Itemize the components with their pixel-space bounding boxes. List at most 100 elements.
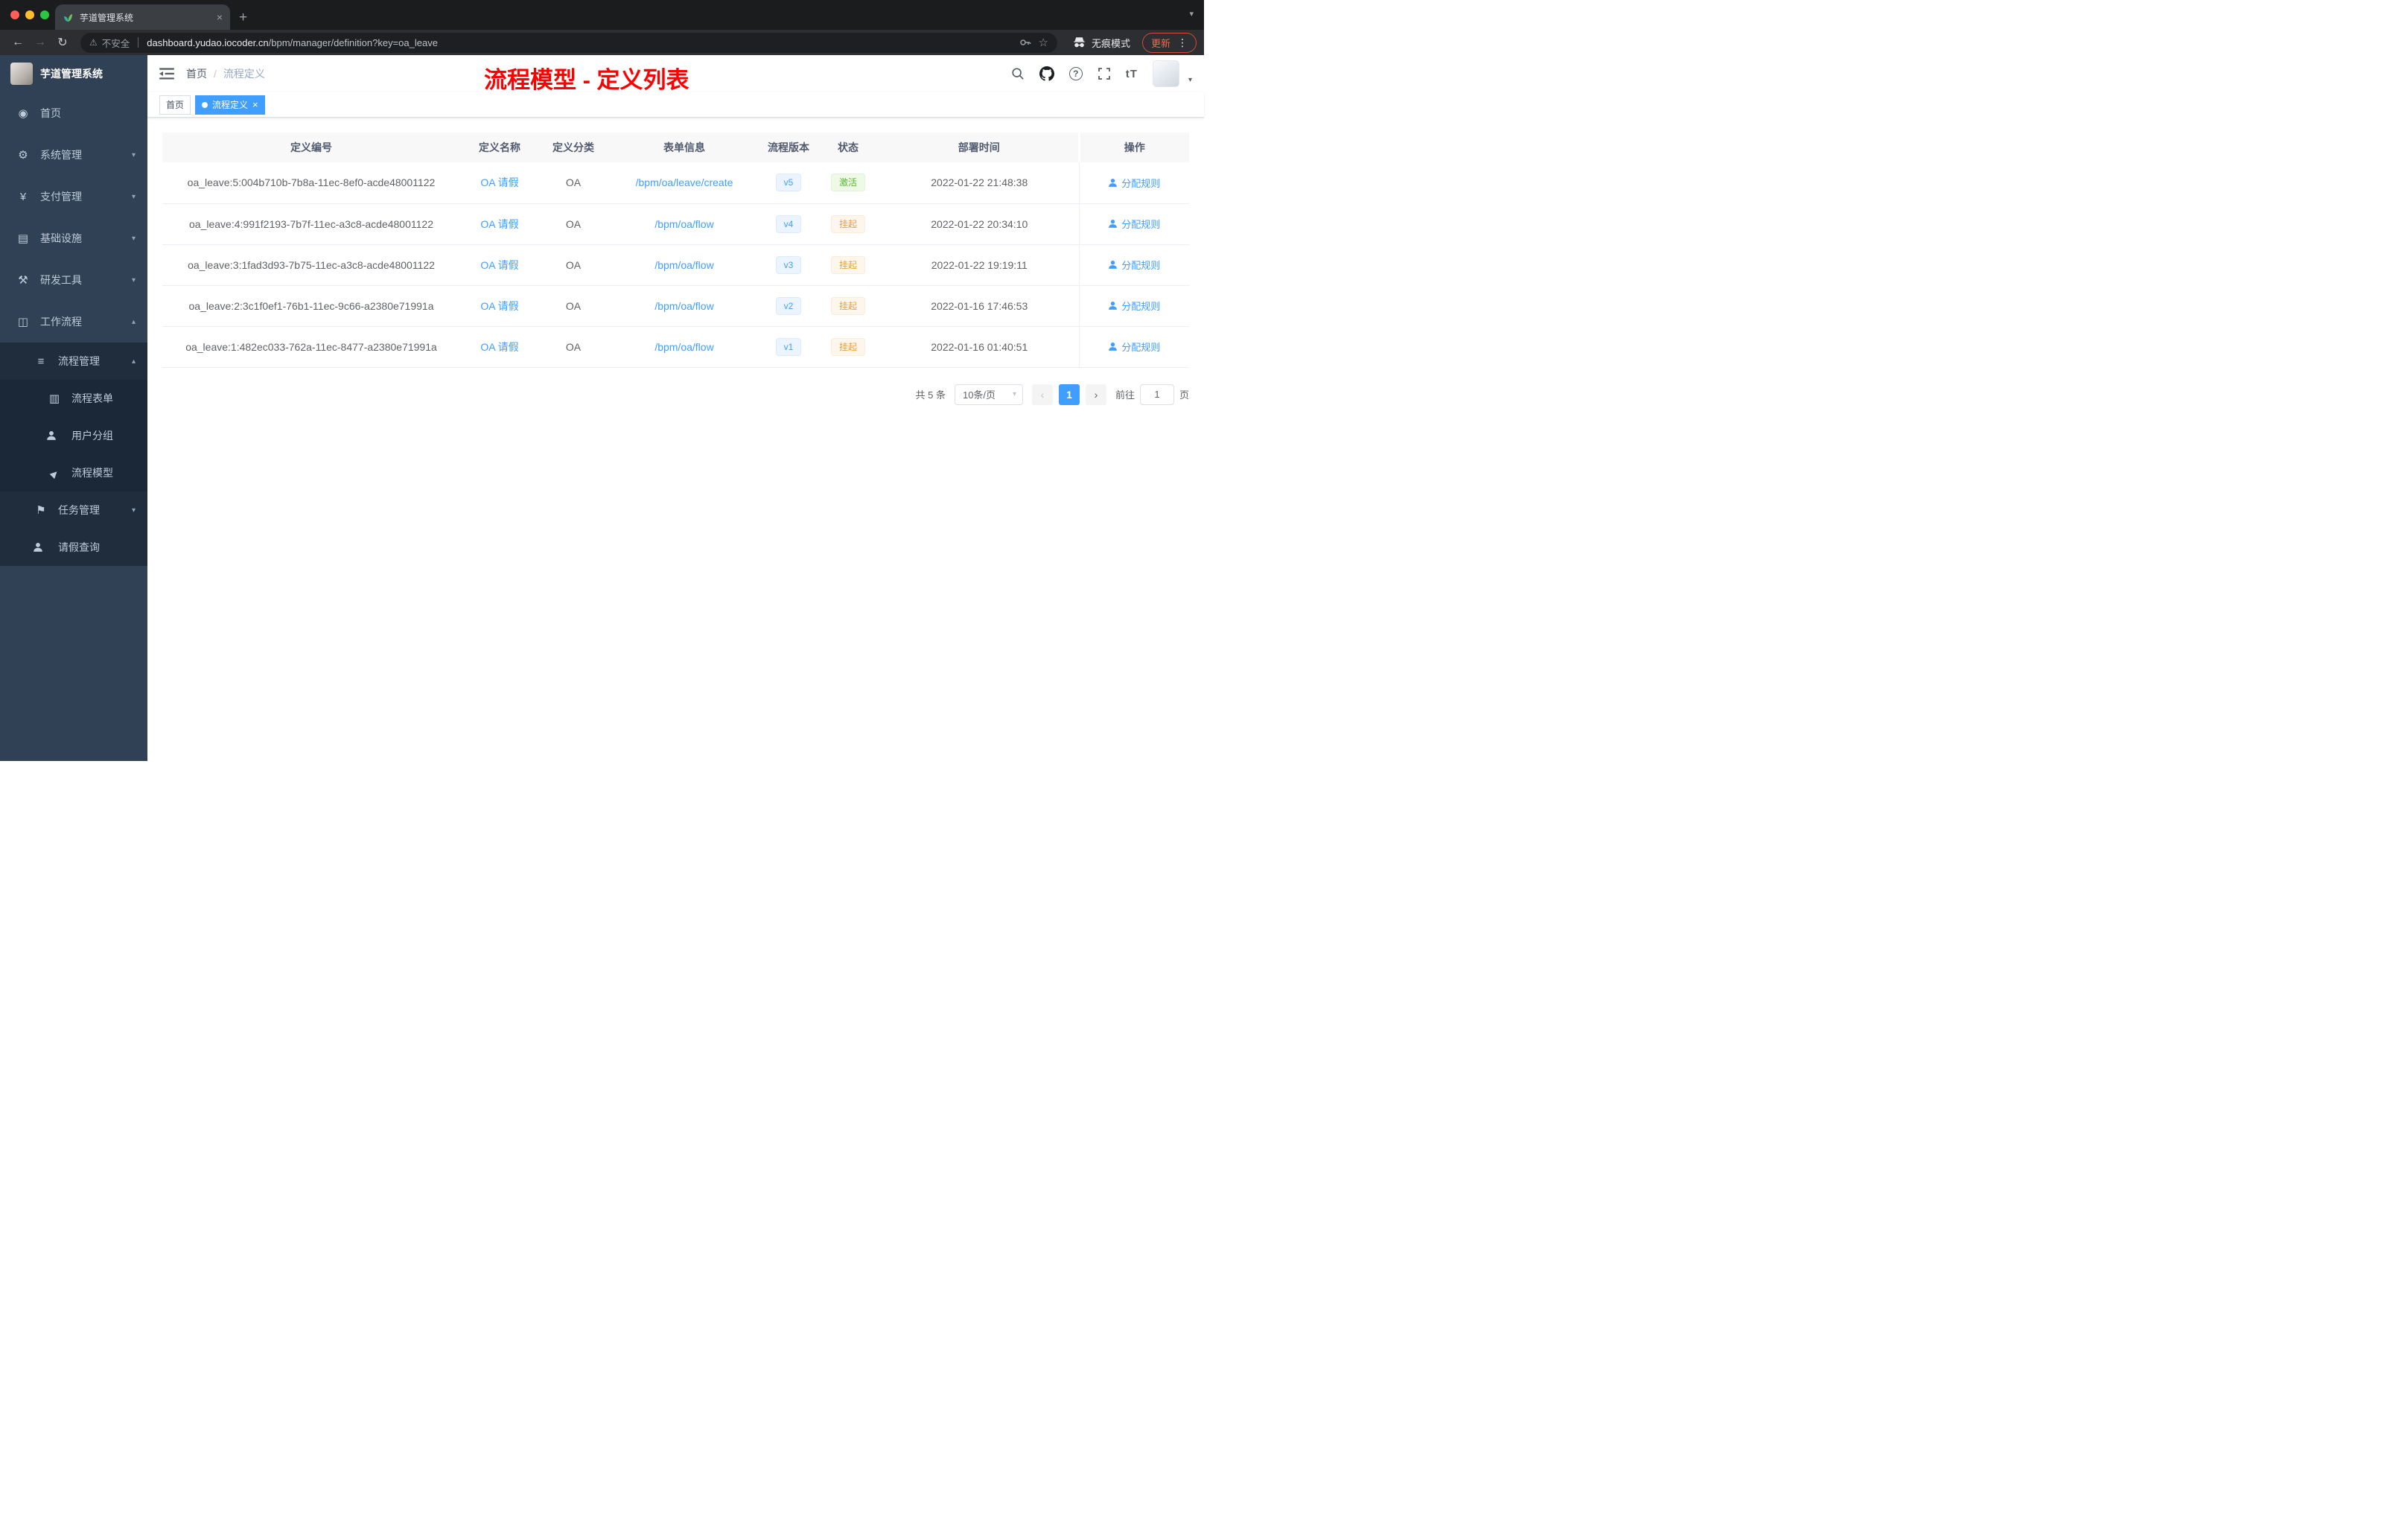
col-process-version: 流程版本 <box>761 133 816 162</box>
table-row: oa_leave:5:004b710b-7b8a-11ec-8ef0-acde4… <box>162 162 1189 204</box>
tab-close-icon[interactable]: × <box>217 12 223 22</box>
prev-page-button[interactable]: ‹ <box>1031 383 1053 405</box>
assign-rule-link[interactable]: 分配规则 <box>1108 299 1160 313</box>
logo-avatar <box>10 63 33 85</box>
update-button[interactable]: 更新 ⋮ <box>1141 32 1197 53</box>
assign-rule-link[interactable]: 分配规则 <box>1108 340 1160 354</box>
sidebar-collapse-icon[interactable] <box>159 67 174 80</box>
fullscreen-icon[interactable] <box>1098 67 1111 80</box>
password-key-icon[interactable] <box>1019 36 1031 48</box>
chevron-up-icon: ▴ <box>131 317 136 326</box>
tag-close-icon[interactable]: × <box>252 100 258 109</box>
sidebar-item-process-form[interactable]: ▥ 流程表单 <box>0 380 147 417</box>
url-bar[interactable]: ⚠ 不安全 dashboard.yudao.iocoder.cn/bpm/man… <box>80 32 1057 53</box>
version-badge: v1 <box>775 337 802 356</box>
zoom-window-button[interactable] <box>40 10 49 19</box>
person-icon <box>1109 178 1118 187</box>
form-info-link[interactable]: /bpm/oa/flow <box>654 300 713 312</box>
site-favicon-icon <box>64 13 73 22</box>
breadcrumb-home[interactable]: 首页 <box>186 66 207 81</box>
search-icon[interactable] <box>1011 67 1025 80</box>
status-badge: 挂起 <box>830 214 865 233</box>
definition-category-cell: OA <box>539 203 608 245</box>
yen-icon: ¥ <box>19 190 27 203</box>
sidebar-item-workflow[interactable]: ◫ 工作流程 ▴ <box>0 301 147 343</box>
pagination: 共 5 条 10条/页 ▾ ‹ 1 › 前往 页 <box>162 383 1189 405</box>
deploy-time-cell: 2022-01-16 17:46:53 <box>880 285 1079 327</box>
sidebar-item-task-management[interactable]: ⚑ 任务管理 ▾ <box>0 491 147 529</box>
definition-name-link[interactable]: OA 请假 <box>480 176 518 188</box>
assign-rule-link[interactable]: 分配规则 <box>1108 258 1160 272</box>
definition-name-link[interactable]: OA 请假 <box>480 341 518 353</box>
deploy-time-cell: 2022-01-22 19:19:11 <box>880 244 1079 286</box>
url-domain: dashboard.yudao.iocoder.cn <box>147 36 269 48</box>
minimize-window-button[interactable] <box>25 10 34 19</box>
page-number-button[interactable]: 1 <box>1058 383 1080 405</box>
sidebar-item-system[interactable]: ⚙ 系统管理 ▾ <box>0 134 147 176</box>
url-path: /bpm/manager/definition?key=oa_leave <box>268 36 438 48</box>
form-info-link[interactable]: /bpm/oa/flow <box>654 259 713 271</box>
sidebar-item-payment[interactable]: ¥ 支付管理 ▾ <box>0 176 147 217</box>
status-badge: 挂起 <box>830 255 865 274</box>
deploy-time-cell: 2022-01-22 21:48:38 <box>880 162 1079 204</box>
definition-name-link[interactable]: OA 请假 <box>480 259 518 271</box>
sidebar-item-process-model[interactable]: ▶ 流程模型 <box>0 454 147 491</box>
chevron-down-icon: ▾ <box>131 506 136 515</box>
assign-rule-link[interactable]: 分配规则 <box>1108 217 1160 231</box>
sidebar-item-home[interactable]: ◉ 首页 <box>0 92 147 134</box>
briefcase-icon: ◫ <box>17 316 29 328</box>
page-size-select[interactable]: 10条/页 ▾ <box>954 383 1023 405</box>
sidebar-item-user-group[interactable]: 用户分组 <box>0 417 147 454</box>
tag-home[interactable]: 首页 <box>159 95 191 115</box>
user-avatar[interactable] <box>1152 60 1179 87</box>
dashboard-icon: ◉ <box>18 107 28 120</box>
incognito-label: 无痕模式 <box>1091 37 1130 49</box>
sidebar-item-devtools[interactable]: ⚒ 研发工具 ▾ <box>0 259 147 301</box>
goto-page-input[interactable] <box>1139 383 1174 405</box>
bookmark-star-icon[interactable]: ☆ <box>1039 36 1048 49</box>
definition-name-link[interactable]: OA 请假 <box>480 300 518 312</box>
definition-id-cell: oa_leave:5:004b710b-7b8a-11ec-8ef0-acde4… <box>162 162 460 204</box>
sidebar-menu: ◉ 首页 ⚙ 系统管理 ▾ ¥ 支付管理 ▾ ▤ 基础设施 ▾ ⚒ 研发工具 ▾… <box>0 92 147 566</box>
server-icon: ▤ <box>17 232 29 245</box>
chevron-down-icon: ▾ <box>131 192 136 201</box>
definition-category-cell: OA <box>539 162 608 204</box>
process-management-submenu: ▥ 流程表单 用户分组 ▶ 流程模型 <box>0 380 147 491</box>
version-badge: v2 <box>775 296 802 315</box>
table-header-row: 定义编号 定义名称 定义分类 表单信息 流程版本 状态 部署时间 操作 <box>162 133 1189 162</box>
back-button[interactable]: ← <box>7 36 28 49</box>
browser-tab-strip: 芋道管理系统 × + ▾ <box>0 0 1204 30</box>
definition-name-link[interactable]: OA 请假 <box>480 218 518 230</box>
app-title: 芋道管理系统 <box>40 68 103 80</box>
version-badge: v3 <box>775 255 802 274</box>
browser-menu-kebab-icon[interactable]: ⋮ <box>1177 37 1188 48</box>
sidebar-item-leave-query[interactable]: 请假查询 <box>0 529 147 566</box>
forward-button[interactable]: → <box>30 36 51 49</box>
form-info-link[interactable]: /bpm/oa/leave/create <box>636 176 733 188</box>
sidebar-item-process-management[interactable]: ≡ 流程管理 ▴ <box>0 343 147 380</box>
assign-rule-link[interactable]: 分配规则 <box>1108 176 1160 190</box>
incognito-icon <box>1074 37 1085 48</box>
avatar-dropdown-caret-icon[interactable]: ▾ <box>1188 76 1192 87</box>
form-info-link[interactable]: /bpm/oa/flow <box>654 218 713 230</box>
help-icon[interactable]: ? <box>1068 67 1083 80</box>
next-page-button[interactable]: › <box>1085 383 1106 405</box>
definition-id-cell: oa_leave:4:991f2193-7b7f-11ec-a3c8-acde4… <box>162 203 460 245</box>
new-tab-button[interactable]: + <box>239 10 247 25</box>
col-definition-name: 定义名称 <box>460 133 539 162</box>
status-badge: 挂起 <box>830 337 865 356</box>
close-window-button[interactable] <box>10 10 19 19</box>
tag-process-definition[interactable]: 流程定义 × <box>195 95 265 115</box>
browser-window: 芋道管理系统 × + ▾ ← → ↻ ⚠ 不安全 dashboard.yudao… <box>0 0 1204 761</box>
reload-button[interactable]: ↻ <box>52 35 73 50</box>
font-size-icon[interactable]: tT <box>1126 68 1138 80</box>
definition-category-cell: OA <box>539 285 608 327</box>
col-definition-id: 定义编号 <box>162 133 460 162</box>
tab-strip-chevron-icon[interactable]: ▾ <box>1189 9 1194 19</box>
browser-tab[interactable]: 芋道管理系统 × <box>55 4 230 30</box>
github-icon[interactable] <box>1039 66 1054 81</box>
person-icon <box>1109 260 1118 269</box>
list-icon: ≡ <box>37 354 45 368</box>
form-info-link[interactable]: /bpm/oa/flow <box>654 341 713 353</box>
sidebar-item-infrastructure[interactable]: ▤ 基础设施 ▾ <box>0 217 147 259</box>
